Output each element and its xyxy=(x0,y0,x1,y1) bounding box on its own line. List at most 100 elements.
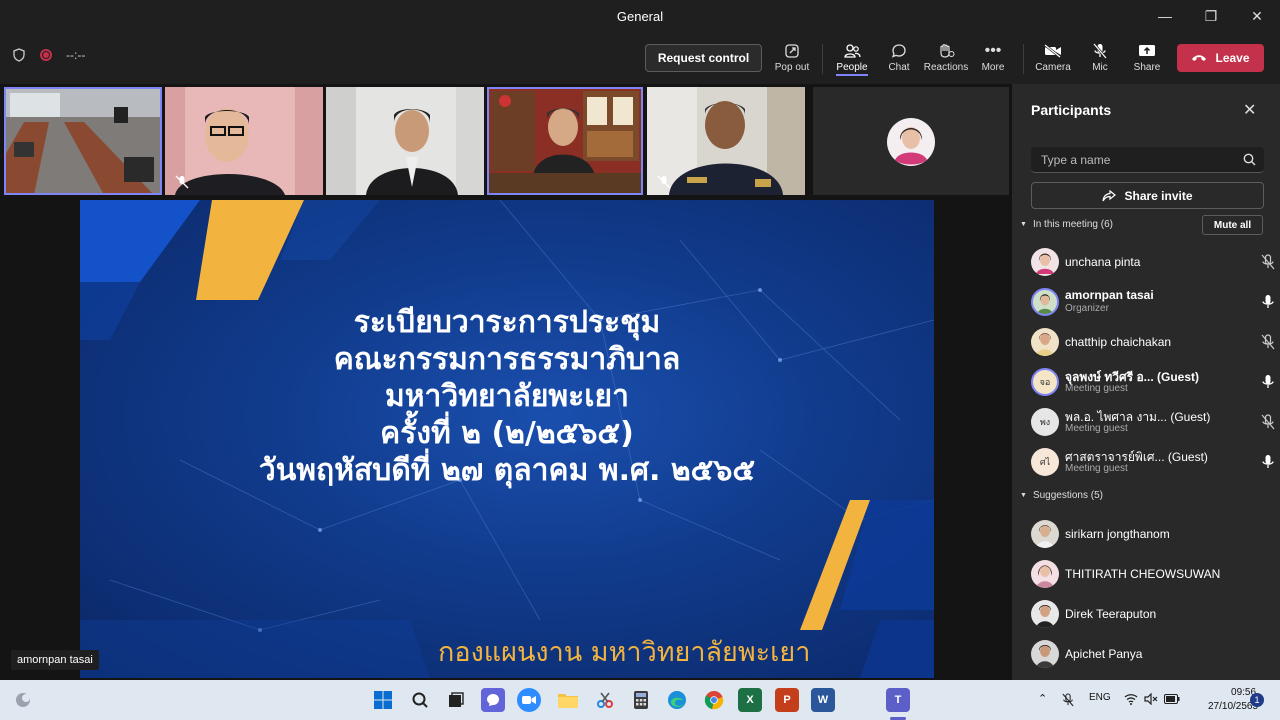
mic-icon xyxy=(1262,375,1274,388)
weather-icon[interactable] xyxy=(14,691,32,709)
participant-row[interactable]: พง พล.อ. ไพศาล งาม... (Guest) Meeting gu… xyxy=(1031,404,1275,440)
recording-icon xyxy=(40,49,52,61)
more-button[interactable]: ••• More xyxy=(967,40,1019,80)
maximize-button[interactable]: ❐ xyxy=(1188,0,1234,32)
pop-out-button[interactable]: Pop out xyxy=(766,40,818,80)
file-explorer-icon[interactable] xyxy=(556,688,580,712)
suggestion-row[interactable]: sirikarn jongthanom xyxy=(1031,516,1275,552)
chevron-down-icon: ▼ xyxy=(1020,492,1027,499)
avatar xyxy=(1031,600,1059,628)
chevron-up-icon[interactable]: ⌃ xyxy=(1038,692,1047,705)
share-screen-icon xyxy=(1138,40,1156,62)
teams-chat-icon[interactable] xyxy=(481,688,505,712)
participant-row[interactable]: จอ จุลพงษ์ ทวีศรี อ... (Guest) Meeting g… xyxy=(1031,364,1275,400)
share-button[interactable]: Share xyxy=(1121,40,1173,80)
teams-icon[interactable]: T xyxy=(886,688,910,712)
mic-off-icon xyxy=(175,175,189,189)
search-icon xyxy=(1243,153,1256,166)
zoom-icon[interactable] xyxy=(517,688,541,712)
mic-off-icon xyxy=(1093,40,1107,62)
request-control-button[interactable]: Request control xyxy=(645,44,762,72)
participant-row[interactable]: unchana pinta xyxy=(1031,244,1275,280)
leave-button[interactable]: Leave xyxy=(1177,44,1264,72)
windows-taskbar: X P W T ⌃ ENG 09:56 27/10/2565 1 xyxy=(0,680,1280,720)
mic-off-icon[interactable] xyxy=(1062,692,1074,708)
chat-icon xyxy=(891,40,907,62)
video-tile-participant-4[interactable] xyxy=(487,87,643,195)
word-icon[interactable]: W xyxy=(811,688,835,712)
suggestion-row[interactable]: Apichet Panya xyxy=(1031,636,1275,672)
speaker-muted-icon[interactable] xyxy=(1144,693,1158,705)
task-view-icon[interactable] xyxy=(444,688,468,712)
video-tile-participant-6[interactable] xyxy=(813,87,1009,195)
camera-button[interactable]: Camera xyxy=(1027,40,1079,80)
people-button[interactable]: People xyxy=(826,40,878,80)
window-title: General xyxy=(616,8,664,24)
slide-title-line-3: มหาวิทยาลัยพะเยา xyxy=(385,379,629,414)
avatar xyxy=(1031,328,1059,356)
system-clock[interactable]: 09:56 27/10/2565 xyxy=(1208,686,1258,714)
participant-row[interactable]: chatthip chaichakan xyxy=(1031,324,1275,360)
suggestion-row[interactable]: THITIRATH CHEOWSUWAN xyxy=(1031,556,1275,592)
avatar xyxy=(1031,520,1059,548)
video-tile-participant-3[interactable] xyxy=(326,87,484,195)
edge-icon[interactable] xyxy=(665,688,689,712)
mic-off-icon xyxy=(1261,334,1275,350)
notification-badge[interactable]: 1 xyxy=(1250,693,1264,707)
snipping-tool-icon[interactable] xyxy=(593,688,617,712)
suggestion-row[interactable]: Direk Teeraputon xyxy=(1031,596,1275,632)
video-tile-participant-2[interactable] xyxy=(165,87,323,195)
slide-title-line-2: คณะกรรมการธรรมาภิบาล xyxy=(333,342,681,377)
wifi-icon[interactable] xyxy=(1124,693,1138,705)
title-bar: General — ❐ ✕ xyxy=(0,0,1280,32)
reactions-icon xyxy=(937,40,955,62)
video-tile-conference-room[interactable] xyxy=(4,87,162,195)
participant-search-input[interactable]: Type a name xyxy=(1031,147,1264,173)
reactions-button[interactable]: Reactions xyxy=(920,40,972,80)
battery-icon[interactable] xyxy=(1164,694,1180,704)
mic-off-icon xyxy=(1261,254,1275,270)
avatar xyxy=(1031,248,1059,276)
suggestions-section-toggle[interactable]: ▼ Suggestions (5) xyxy=(1020,490,1103,501)
shared-slide: ระเบียบวาระการประชุม คณะกรรมการธรรมาภิบา… xyxy=(80,200,934,678)
in-meeting-section-toggle[interactable]: ▼ In this meeting (6) xyxy=(1020,219,1113,230)
share-invite-button[interactable]: Share invite xyxy=(1031,182,1264,209)
avatar: พง xyxy=(1031,408,1059,436)
video-tile-participant-5[interactable] xyxy=(647,87,805,195)
mute-all-button[interactable]: Mute all xyxy=(1202,215,1263,235)
chrome-icon[interactable] xyxy=(702,688,726,712)
participant-row[interactable]: ศไ ศาสตราจารย์พิเศ... (Guest) Meeting gu… xyxy=(1031,444,1275,480)
presenter-name-tag: amornpan tasai xyxy=(11,650,99,670)
slide-title-line-4: ครั้งที่ ๒ (๒/๒๕๖๕) xyxy=(380,416,634,451)
avatar xyxy=(1031,288,1059,316)
mic-off-icon xyxy=(1261,414,1275,430)
slide-title: ระเบียบวาระการประชุม คณะกรรมการธรรมาภิบา… xyxy=(80,304,934,489)
participants-panel: Participants ✕ Type a name Share invite … xyxy=(1012,84,1280,680)
meeting-timer: --:-- xyxy=(66,48,86,62)
close-window-button[interactable]: ✕ xyxy=(1234,0,1280,32)
minimize-button[interactable]: — xyxy=(1142,0,1188,32)
chat-button[interactable]: Chat xyxy=(873,40,925,80)
mic-button[interactable]: Mic xyxy=(1074,40,1126,80)
avatar xyxy=(1031,560,1059,588)
mic-icon xyxy=(1262,455,1274,468)
pop-out-icon xyxy=(784,40,800,62)
close-icon[interactable]: ✕ xyxy=(1243,100,1256,120)
participant-row[interactable]: amornpan tasai Organizer xyxy=(1031,284,1275,320)
language-indicator[interactable]: ENG xyxy=(1089,692,1111,703)
share-icon xyxy=(1102,189,1117,201)
powerpoint-icon[interactable]: P xyxy=(775,688,799,712)
avatar xyxy=(887,118,935,166)
mic-icon xyxy=(1262,295,1274,308)
camera-off-icon xyxy=(1044,40,1062,62)
meeting-stage: ระเบียบวาระการประชุม คณะกรรมการธรรมาภิบา… xyxy=(0,84,1012,680)
start-icon[interactable] xyxy=(371,688,395,712)
slide-title-line-1: ระเบียบวาระการประชุม xyxy=(353,305,661,340)
excel-icon[interactable]: X xyxy=(738,688,762,712)
more-icon: ••• xyxy=(984,42,1002,59)
slide-title-line-5: วันพฤหัสบดีที่ ๒๗ ตุลาคม พ.ศ. ๒๕๖๕ xyxy=(258,453,756,488)
search-icon[interactable] xyxy=(408,688,432,712)
panel-title: Participants xyxy=(1031,102,1112,118)
calculator-icon[interactable] xyxy=(629,688,653,712)
chevron-down-icon: ▼ xyxy=(1020,221,1027,228)
